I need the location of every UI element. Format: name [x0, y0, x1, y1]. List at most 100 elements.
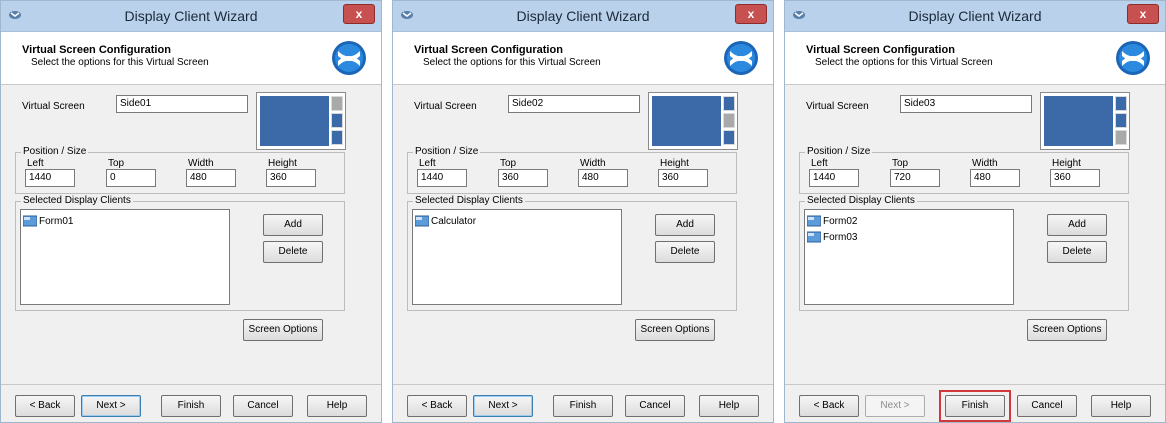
next-button[interactable]: Next >: [81, 395, 141, 417]
preview-slot-2: [723, 113, 735, 128]
header-title: Virtual Screen Configuration: [22, 44, 171, 56]
delete-button[interactable]: Delete: [263, 241, 323, 263]
display-clients-list[interactable]: Form02 Form03: [804, 209, 1014, 305]
left-label: Left: [419, 158, 436, 169]
preview-slot-2: [1115, 113, 1127, 128]
top-label: Top: [500, 158, 517, 169]
preview-side-screens: [331, 96, 343, 146]
wizard-header: Virtual Screen Configuration Select the …: [1, 32, 381, 85]
finish-button-highlight: [939, 390, 1011, 422]
preview-slot-1: [1115, 96, 1127, 111]
title-bar[interactable]: Display Client Wizard x: [785, 1, 1165, 32]
virtual-screen-label: Virtual Screen: [22, 101, 85, 112]
wizard-window: Display Client Wizard x Virtual Screen C…: [0, 0, 382, 423]
terminalworks-logo-icon: [724, 41, 758, 75]
delete-button[interactable]: Delete: [655, 241, 715, 263]
footer-separator: [1, 384, 381, 385]
display-clients-list[interactable]: Form01: [20, 209, 230, 305]
list-item-label: Form03: [823, 232, 858, 243]
add-button[interactable]: Add: [655, 214, 715, 236]
preview-slot-2: [331, 113, 343, 128]
position-size-legend: Position / Size: [805, 146, 873, 157]
left-input[interactable]: 1440: [25, 169, 75, 187]
virtual-screen-input[interactable]: Side02: [508, 95, 640, 113]
close-button[interactable]: x: [1127, 4, 1159, 24]
screen-options-button[interactable]: Screen Options: [243, 319, 323, 341]
preview-slot-3: [331, 130, 343, 145]
virtual-screen-input[interactable]: Side03: [900, 95, 1032, 113]
display-clients-list[interactable]: Calculator: [412, 209, 622, 305]
width-input[interactable]: 480: [578, 169, 628, 187]
preview-main-screen: [1044, 96, 1113, 146]
screen-options-button[interactable]: Screen Options: [1027, 319, 1107, 341]
list-item[interactable]: Calculator: [415, 214, 476, 230]
list-item[interactable]: Form02: [807, 214, 857, 230]
delete-button[interactable]: Delete: [1047, 241, 1107, 263]
left-input[interactable]: 1440: [417, 169, 467, 187]
title-bar[interactable]: Display Client Wizard x: [393, 1, 773, 32]
height-label: Height: [1052, 158, 1081, 169]
header-subtitle: Select the options for this Virtual Scre…: [423, 57, 601, 68]
screen-options-button[interactable]: Screen Options: [635, 319, 715, 341]
close-button[interactable]: x: [343, 4, 375, 24]
cancel-button[interactable]: Cancel: [1017, 395, 1077, 417]
width-label: Width: [972, 158, 998, 169]
add-button[interactable]: Add: [1047, 214, 1107, 236]
help-button[interactable]: Help: [307, 395, 367, 417]
list-item[interactable]: Form01: [23, 214, 73, 230]
list-item-label: Form02: [823, 216, 858, 227]
virtual-screen-preview: [256, 92, 346, 150]
next-button[interactable]: Next >: [865, 395, 925, 417]
back-button[interactable]: < Back: [15, 395, 75, 417]
header-title: Virtual Screen Configuration: [414, 44, 563, 56]
back-button[interactable]: < Back: [407, 395, 467, 417]
terminalworks-logo-icon: [1116, 41, 1150, 75]
left-label: Left: [811, 158, 828, 169]
width-label: Width: [188, 158, 214, 169]
height-input[interactable]: 360: [266, 169, 316, 187]
preview-main-screen: [260, 96, 329, 146]
top-input[interactable]: 720: [890, 169, 940, 187]
list-item-label: Calculator: [431, 216, 477, 227]
selected-display-clients-legend: Selected Display Clients: [21, 195, 133, 206]
display-client-icon: [415, 215, 429, 227]
help-button[interactable]: Help: [1091, 395, 1151, 417]
width-input[interactable]: 480: [970, 169, 1020, 187]
header-subtitle: Select the options for this Virtual Scre…: [815, 57, 993, 68]
preview-side-screens: [723, 96, 735, 146]
finish-button[interactable]: Finish: [161, 395, 221, 417]
close-button[interactable]: x: [735, 4, 767, 24]
preview-slot-1: [723, 96, 735, 111]
display-client-icon: [807, 215, 821, 227]
top-input[interactable]: 360: [498, 169, 548, 187]
preview-slot-3: [723, 130, 735, 145]
back-button[interactable]: < Back: [799, 395, 859, 417]
height-input[interactable]: 360: [1050, 169, 1100, 187]
terminalworks-logo-icon: [332, 41, 366, 75]
cancel-button[interactable]: Cancel: [233, 395, 293, 417]
height-input[interactable]: 360: [658, 169, 708, 187]
list-item[interactable]: Form03: [807, 230, 857, 246]
display-client-icon: [23, 215, 37, 227]
position-size-legend: Position / Size: [21, 146, 89, 157]
wizard-header: Virtual Screen Configuration Select the …: [393, 32, 773, 85]
header-subtitle: Select the options for this Virtual Scre…: [31, 57, 209, 68]
finish-button[interactable]: Finish: [553, 395, 613, 417]
height-label: Height: [660, 158, 689, 169]
virtual-screen-input[interactable]: Side01: [116, 95, 248, 113]
width-input[interactable]: 480: [186, 169, 236, 187]
left-input[interactable]: 1440: [809, 169, 859, 187]
wizard-header: Virtual Screen Configuration Select the …: [785, 32, 1165, 85]
title-bar[interactable]: Display Client Wizard x: [1, 1, 381, 32]
window-title: Display Client Wizard: [516, 8, 650, 24]
next-button[interactable]: Next >: [473, 395, 533, 417]
virtual-screen-preview: [1040, 92, 1130, 150]
top-label: Top: [108, 158, 125, 169]
cancel-button[interactable]: Cancel: [625, 395, 685, 417]
add-button[interactable]: Add: [263, 214, 323, 236]
top-label: Top: [892, 158, 909, 169]
window-title: Display Client Wizard: [124, 8, 258, 24]
top-input[interactable]: 0: [106, 169, 156, 187]
preview-side-screens: [1115, 96, 1127, 146]
help-button[interactable]: Help: [699, 395, 759, 417]
